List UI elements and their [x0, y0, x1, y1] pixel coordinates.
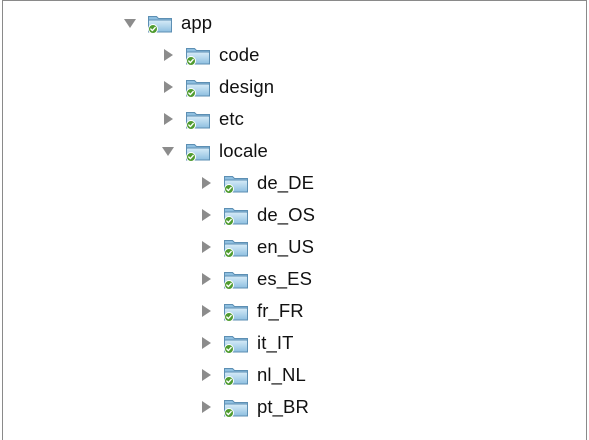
triangle-right-icon[interactable] [159, 46, 177, 64]
triangle-right-icon[interactable] [197, 270, 215, 288]
triangle-right-icon[interactable] [197, 302, 215, 320]
tree-row[interactable]: app [3, 7, 586, 39]
folder-checked-icon [186, 48, 210, 66]
folder-checked-icon [224, 336, 248, 354]
triangle-right-icon[interactable] [159, 78, 177, 96]
tree-row[interactable]: en_US [3, 231, 586, 263]
tree-item-label: es_ES [257, 268, 313, 289]
folder-checked-icon [186, 144, 210, 162]
folder-checked-icon [224, 176, 248, 194]
tree-row[interactable]: de_DE [3, 167, 586, 199]
folder-checked-icon [224, 208, 248, 226]
tree-row[interactable]: code [3, 39, 586, 71]
tree-row[interactable]: nl_NL [3, 359, 586, 391]
triangle-right-icon[interactable] [197, 174, 215, 192]
triangle-down-icon[interactable] [159, 142, 177, 160]
tree-row[interactable]: de_OS [3, 199, 586, 231]
tree-item-label: en_US [257, 236, 315, 257]
triangle-down-icon[interactable] [121, 14, 139, 32]
triangle-right-icon[interactable] [197, 366, 215, 384]
folder-checked-icon [186, 112, 210, 130]
folder-checked-icon [148, 16, 172, 34]
tree-item-label: app [181, 12, 213, 33]
folder-checked-icon [224, 400, 248, 418]
tree-item-label: locale [219, 140, 268, 161]
file-tree: app code design etc locale de_DE de_OS e… [2, 0, 587, 440]
triangle-right-icon[interactable] [197, 334, 215, 352]
tree-row[interactable]: pt_BR [3, 391, 586, 423]
tree-row[interactable]: fr_FR [3, 295, 586, 327]
folder-checked-icon [224, 368, 248, 386]
folder-checked-icon [224, 304, 248, 322]
triangle-right-icon[interactable] [197, 238, 215, 256]
tree-row[interactable]: it_IT [3, 327, 586, 359]
triangle-right-icon[interactable] [197, 206, 215, 224]
triangle-right-icon[interactable] [159, 110, 177, 128]
tree-item-label: pt_BR [257, 396, 309, 417]
tree-item-label: design [219, 76, 275, 97]
folder-checked-icon [186, 80, 210, 98]
tree-item-label: fr_FR [257, 300, 304, 321]
tree-item-label: de_OS [257, 204, 316, 225]
folder-checked-icon [224, 240, 248, 258]
tree-item-label: de_DE [257, 172, 315, 193]
folder-checked-icon [224, 272, 248, 290]
tree-item-label: code [219, 44, 260, 65]
tree-item-label: nl_NL [257, 364, 306, 385]
tree-item-label: etc [219, 108, 244, 129]
triangle-right-icon[interactable] [197, 398, 215, 416]
tree-row[interactable]: es_ES [3, 263, 586, 295]
tree-row[interactable]: locale [3, 135, 586, 167]
tree-row[interactable]: design [3, 71, 586, 103]
tree-item-label: it_IT [257, 332, 294, 353]
tree-row[interactable]: etc [3, 103, 586, 135]
